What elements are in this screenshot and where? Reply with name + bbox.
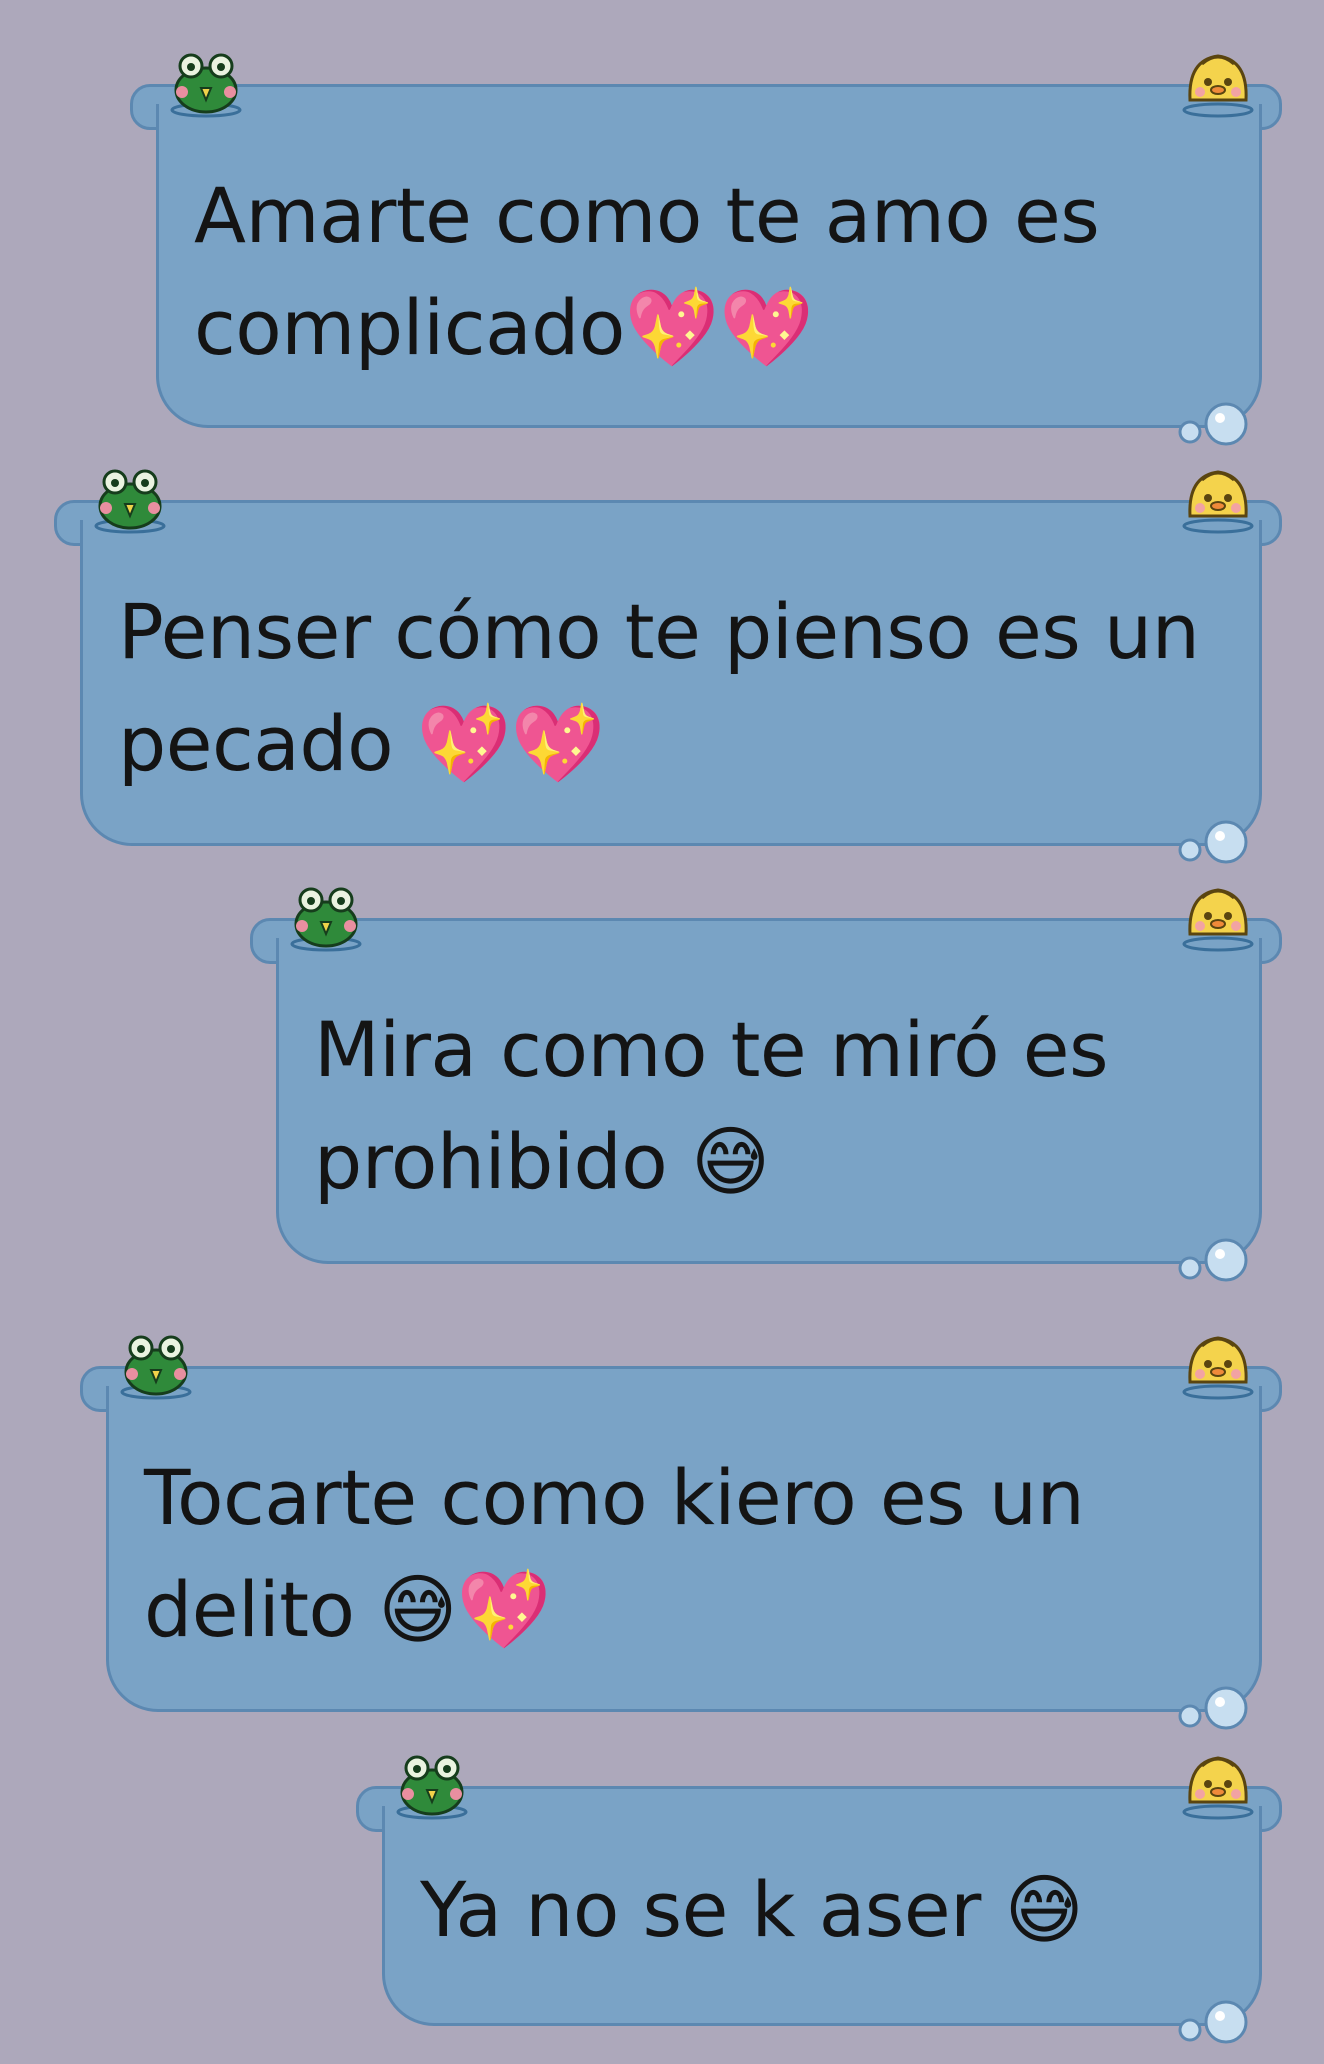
frog-icon (290, 887, 362, 952)
message-text: Mira como te miró es prohibido 😅 (314, 1005, 1132, 1206)
message-bubble[interactable]: Ya no se k aser 😅 (356, 1755, 1282, 2044)
bubbles-icon (1178, 1238, 1248, 1282)
message-text: Penser cómo te pienso es un pecado 💖💖 (118, 587, 1200, 788)
duck-icon (1182, 54, 1254, 118)
message-bubble[interactable]: Amarte como te amo es complicado💖💖 (130, 53, 1282, 446)
frog-icon (170, 53, 242, 118)
message-text: Amarte como te amo es complicado💖💖 (194, 171, 1124, 372)
duck-icon (1182, 888, 1254, 952)
message-text: Ya no se k aser 😅 (420, 1865, 1084, 1954)
bubbles-icon (1178, 2000, 1248, 2044)
bubbles-icon (1178, 1686, 1248, 1730)
message-text: Tocarte como kiero es un delito 😅💖 (144, 1453, 1108, 1654)
duck-icon (1182, 1756, 1254, 1820)
duck-icon (1182, 1336, 1254, 1400)
message-bubble[interactable]: Tocarte como kiero es un delito 😅💖 (80, 1335, 1282, 1730)
frog-icon (94, 469, 166, 534)
frog-icon (120, 1335, 192, 1400)
chat-thread: Amarte como te amo es complicado💖💖 Pense… (0, 0, 1324, 2064)
frog-icon (396, 1755, 468, 1820)
bubbles-icon (1178, 820, 1248, 864)
bubbles-icon (1178, 402, 1248, 446)
message-bubble[interactable]: Mira como te miró es prohibido 😅 (250, 887, 1282, 1282)
duck-icon (1182, 470, 1254, 534)
message-bubble[interactable]: Penser cómo te pienso es un pecado 💖💖 (54, 469, 1282, 864)
